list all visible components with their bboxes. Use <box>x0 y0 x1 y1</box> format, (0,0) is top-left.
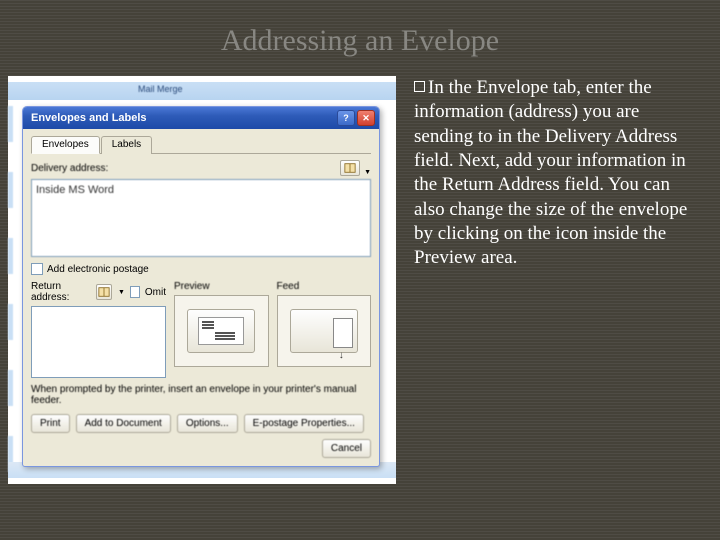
address-book-icon[interactable] <box>340 160 360 176</box>
omit-checkbox[interactable] <box>130 286 140 298</box>
feed-orientation-button[interactable] <box>290 309 358 353</box>
tabstrip: Envelopes Labels <box>31 135 371 154</box>
word-ribbon-strip: Mail Merge <box>8 82 396 100</box>
preview-area <box>174 295 269 367</box>
epostage-properties-button[interactable]: E-postage Properties... <box>244 414 364 433</box>
feed-icon <box>333 318 353 348</box>
add-electronic-postage-label: Add electronic postage <box>47 264 149 275</box>
close-button[interactable]: ✕ <box>357 110 375 126</box>
delivery-address-label: Delivery address: <box>31 163 108 174</box>
preview-label: Preview <box>174 281 269 292</box>
instruction-text: In the Envelope tab, enter the informati… <box>414 76 712 484</box>
slide-title: Addressing an Evelope <box>0 0 720 76</box>
feed-area <box>277 295 372 367</box>
screenshot-container: Mail Merge Envelopes and Labels ? ✕ Enve… <box>8 76 396 484</box>
tab-envelopes[interactable]: Envelopes <box>31 136 100 154</box>
feed-label: Feed <box>277 281 372 292</box>
envelopes-labels-dialog: Envelopes and Labels ? ✕ Envelopes Label… <box>22 106 380 467</box>
delivery-address-field[interactable]: Inside MS Word <box>31 179 371 257</box>
return-address-label: Return address: <box>31 281 88 303</box>
envelope-preview-button[interactable] <box>187 309 255 353</box>
dialog-titlebar: Envelopes and Labels ? ✕ <box>23 107 379 129</box>
chevron-down-icon[interactable]: ▼ <box>118 289 125 296</box>
bullet-icon <box>414 81 425 92</box>
chevron-down-icon[interactable]: ▼ <box>364 169 371 176</box>
print-button[interactable]: Print <box>31 414 70 433</box>
dialog-title: Envelopes and Labels <box>31 112 147 124</box>
add-electronic-postage-checkbox[interactable] <box>31 263 43 275</box>
cancel-button[interactable]: Cancel <box>322 439 371 458</box>
help-button[interactable]: ? <box>337 110 355 126</box>
omit-label: Omit <box>145 287 166 298</box>
tab-labels[interactable]: Labels <box>101 136 152 154</box>
printer-hint: When prompted by the printer, insert an … <box>31 384 371 406</box>
envelope-icon <box>198 317 244 345</box>
return-address-field[interactable] <box>31 306 166 378</box>
options-button[interactable]: Options... <box>177 414 238 433</box>
return-address-book-icon[interactable] <box>96 284 112 300</box>
ruler-fragment <box>8 106 14 466</box>
add-to-document-button[interactable]: Add to Document <box>76 414 171 433</box>
